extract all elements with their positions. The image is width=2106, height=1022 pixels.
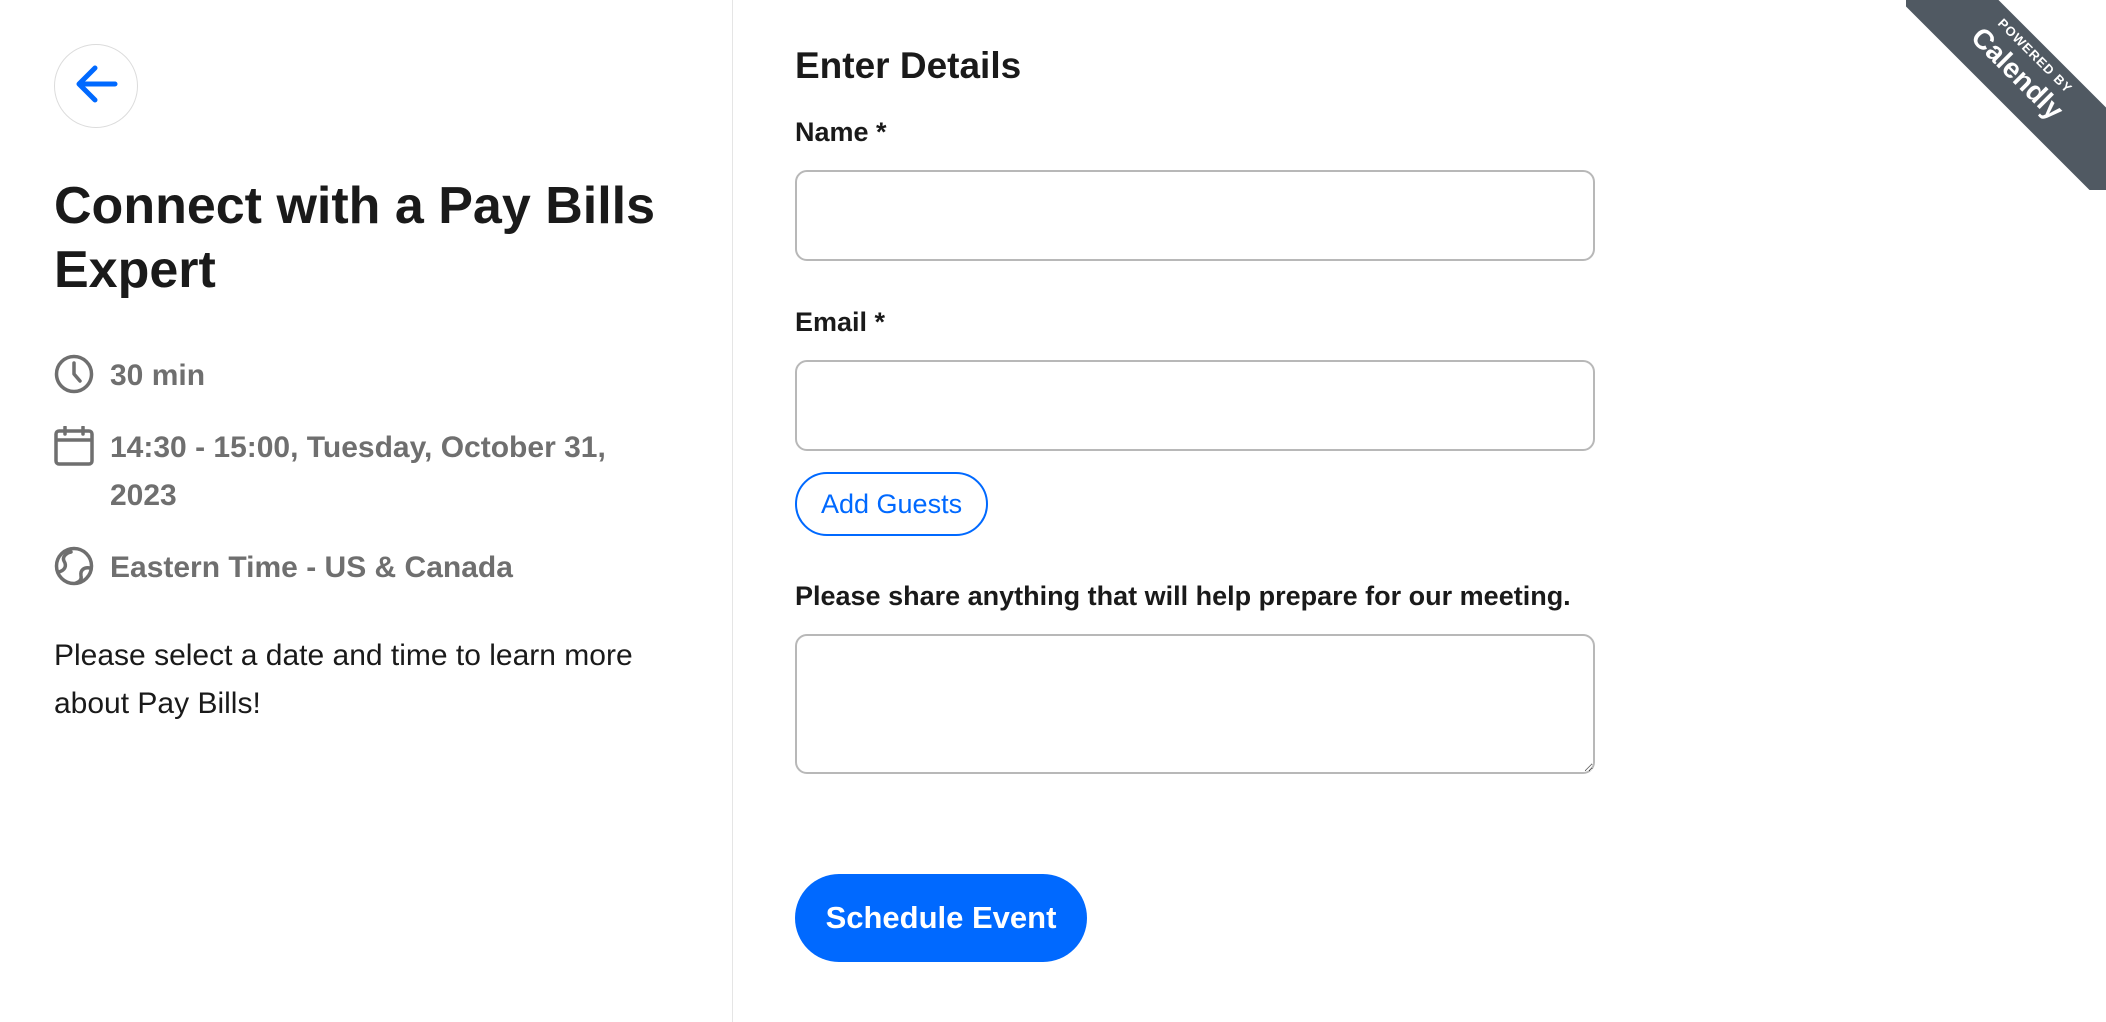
ribbon-band: POWERED BY Calendly <box>1906 0 2106 190</box>
event-info-panel: Connect with a Pay Bills Expert 30 min 1… <box>0 0 733 1022</box>
datetime-text: 14:30 - 15:00, Tuesday, October 31, 2023 <box>110 431 606 512</box>
duration-detail: 30 min <box>54 352 670 400</box>
timezone-detail: Eastern Time - US & Canada <box>54 544 670 592</box>
schedule-event-button[interactable]: Schedule Event <box>795 874 1087 962</box>
back-button[interactable] <box>54 44 138 128</box>
email-label: Email * <box>795 307 886 337</box>
event-description: Please select a date and time to learn m… <box>54 639 633 720</box>
event-title: Connect with a Pay Bills Expert <box>54 177 656 299</box>
notes-textarea[interactable] <box>795 634 1595 774</box>
timezone-text: Eastern Time - US & Canada <box>110 551 513 584</box>
duration-text: 30 min <box>110 359 206 392</box>
powered-by-ribbon[interactable]: POWERED BY Calendly <box>1906 0 2106 190</box>
name-input[interactable] <box>795 170 1595 261</box>
booking-page: Connect with a Pay Bills Expert 30 min 1… <box>0 0 2106 1022</box>
arrow-left-icon <box>73 64 119 109</box>
notes-label: Please share anything that will help pre… <box>795 581 1571 611</box>
datetime-detail: 14:30 - 15:00, Tuesday, October 31, 2023 <box>54 424 670 520</box>
name-label: Name * <box>795 117 887 147</box>
calendar-icon <box>54 426 94 466</box>
clock-icon <box>54 354 94 394</box>
globe-icon <box>54 546 94 586</box>
email-input[interactable] <box>795 360 1595 451</box>
form-title: Enter Details <box>795 45 1022 86</box>
add-guests-button[interactable]: Add Guests <box>795 472 989 536</box>
